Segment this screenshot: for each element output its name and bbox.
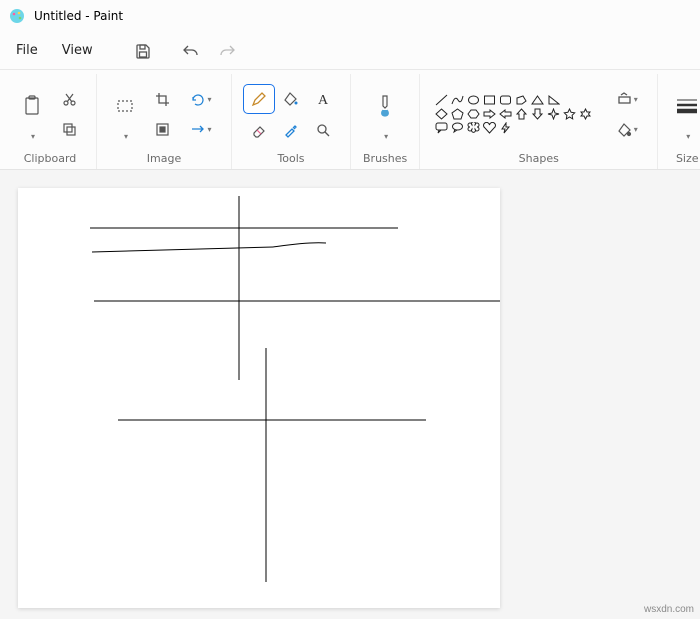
title-bar: Untitled - Paint [0,0,700,32]
shape-triangle[interactable] [530,93,545,107]
brushes-dropdown[interactable]: ▾ [369,129,401,143]
shape-diamond[interactable] [434,107,449,121]
shape-outline-button[interactable]: ▾ [609,85,645,113]
shapes-gallery[interactable] [432,91,595,137]
workspace: wsxdn.com [0,170,700,619]
shape-arrow-down[interactable] [530,107,545,121]
shape-line[interactable] [434,93,449,107]
save-button[interactable] [127,37,159,65]
color-picker-tool[interactable] [276,116,306,144]
shape-rectangle[interactable] [482,93,497,107]
shape-arrow-left[interactable] [498,107,513,121]
crop-button[interactable] [147,85,177,113]
shapes-group: ▾ ▾ Shapes [420,74,658,169]
size-dropdown[interactable]: ▾ [670,129,700,143]
shape-callout-rounded[interactable] [434,121,449,135]
window-title: Untitled - Paint [34,9,123,23]
pencil-tool[interactable] [244,85,274,113]
clipboard-group: ▾ Clipboard [4,74,97,169]
clipboard-label: Clipboard [24,148,77,165]
shape-curve[interactable] [450,93,465,107]
shape-4star[interactable] [546,107,561,121]
svg-text:A: A [318,93,329,107]
watermark: wsxdn.com [644,604,694,615]
shape-rounded-rectangle[interactable] [498,93,513,107]
flip-button[interactable]: ▾ [183,115,219,143]
shape-lightning[interactable] [498,121,513,135]
brushes-button[interactable] [369,85,401,127]
shape-arrow-up[interactable] [514,107,529,121]
rotate-button[interactable]: ▾ [183,85,219,113]
shape-5star[interactable] [562,107,577,121]
shape-right-triangle[interactable] [546,93,561,107]
redo-button[interactable] [211,37,243,65]
image-label: Image [147,148,181,165]
file-menu[interactable]: File [6,37,48,64]
magnifier-tool[interactable] [308,116,338,144]
tools-group: A [232,74,351,169]
shape-callout-cloud[interactable] [466,121,481,135]
size-button[interactable] [670,85,700,127]
cut-button[interactable] [54,85,84,113]
copy-button[interactable] [54,115,84,143]
shapes-label: Shapes [519,148,559,165]
paste-button[interactable] [16,85,48,127]
paste-dropdown[interactable]: ▾ [16,129,48,143]
size-group: ▾ Size [658,74,700,169]
shape-hexagon[interactable] [466,107,481,121]
drawing-canvas[interactable] [18,188,500,608]
view-menu[interactable]: View [52,37,103,64]
shape-callout-oval[interactable] [450,121,465,135]
fill-tool[interactable] [276,85,306,113]
text-tool[interactable]: A [308,85,338,113]
shape-pentagon[interactable] [450,107,465,121]
eraser-tool[interactable] [244,116,274,144]
brushes-group: ▾ Brushes [351,74,420,169]
resize-button[interactable] [147,115,177,143]
shape-polygon[interactable] [514,93,529,107]
undo-button[interactable] [175,37,207,65]
select-button[interactable] [109,85,141,127]
shape-heart[interactable] [482,121,497,135]
select-dropdown[interactable]: ▾ [109,129,141,143]
shape-oval[interactable] [466,93,481,107]
menu-bar: File View [0,32,700,70]
tools-label: Tools [277,148,304,165]
brushes-label: Brushes [363,148,407,165]
paint-app-icon [8,7,26,25]
image-group: ▾ ▾ [97,74,232,169]
shape-6star[interactable] [578,107,593,121]
shape-arrow-right[interactable] [482,107,497,121]
shape-fill-button[interactable]: ▾ [609,115,645,143]
ribbon: ▾ Clipboard [0,70,700,170]
size-label: Size [676,148,699,165]
